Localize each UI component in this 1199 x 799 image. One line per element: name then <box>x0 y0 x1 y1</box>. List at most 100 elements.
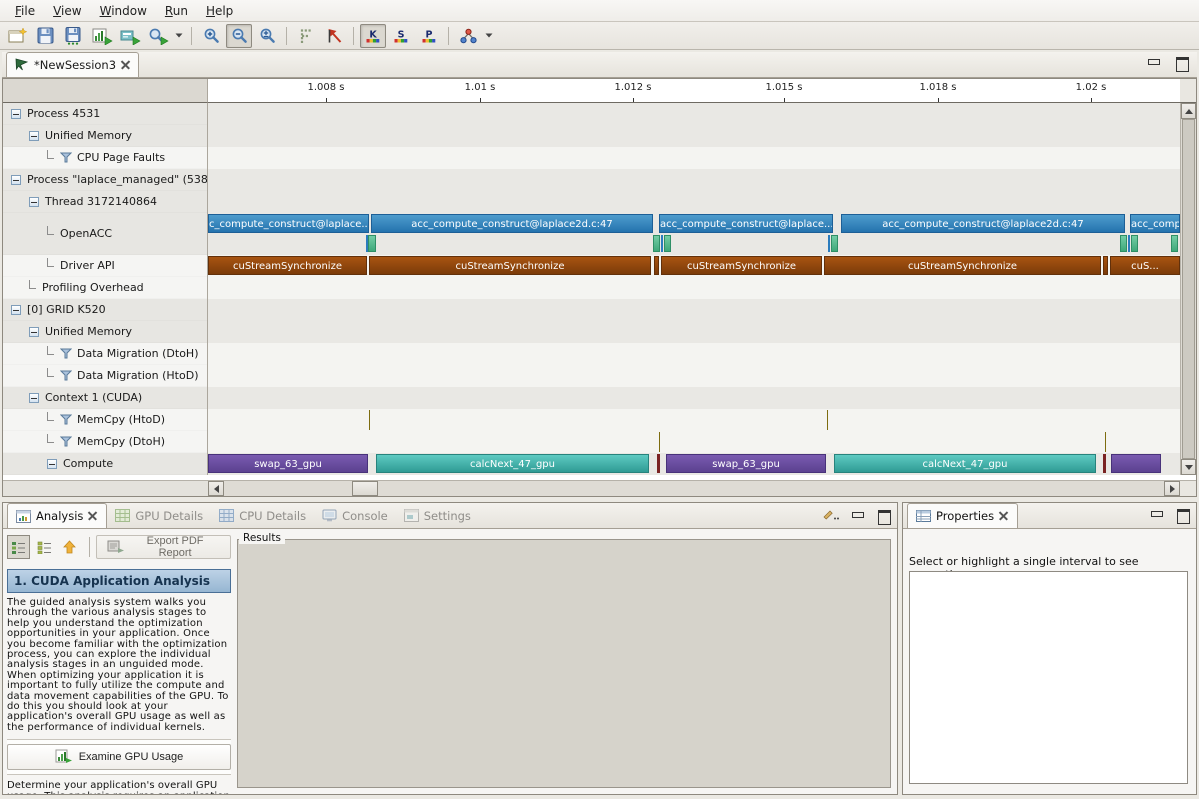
memcpy-dtoh-mark[interactable] <box>659 432 660 452</box>
vscroll-thumb[interactable] <box>1182 119 1195 459</box>
zoom-in-button[interactable] <box>198 24 224 48</box>
hscroll-track[interactable] <box>224 481 1164 496</box>
tree-row-openacc[interactable]: OpenACC <box>3 213 207 255</box>
tree-row-compute[interactable]: Compute <box>3 453 207 475</box>
tab-properties[interactable]: Properties <box>907 503 1018 528</box>
memcpy-htod-mark[interactable] <box>369 410 370 430</box>
topology-button[interactable] <box>455 24 481 48</box>
openacc-interval[interactable]: c_compute_construct@laplace... <box>208 214 369 233</box>
tab-analysis[interactable]: Analysis <box>7 503 107 528</box>
scroll-down-icon[interactable] <box>1181 459 1196 475</box>
tree-row-data-migration-htod[interactable]: Data Migration (HtoD) <box>3 365 207 387</box>
generate-timeline-button[interactable] <box>89 24 115 48</box>
acc-launch-mark[interactable] <box>831 235 838 252</box>
driver-api-interval[interactable]: cuS... <box>1110 256 1180 275</box>
tab-cpu-details[interactable]: CPU Details <box>211 503 314 528</box>
acc-launch-mark[interactable] <box>828 235 830 252</box>
tree-expander-icon[interactable] <box>29 327 39 337</box>
zoom-out-button[interactable] <box>226 24 252 48</box>
menu-run[interactable]: Run <box>156 1 197 21</box>
tree-row-cpu-page-faults[interactable]: CPU Page Faults <box>3 147 207 169</box>
acc-launch-mark[interactable] <box>1128 235 1130 252</box>
kernel-interval-swap[interactable]: swap_63_gpu <box>208 454 368 473</box>
acc-launch-mark[interactable] <box>664 235 671 252</box>
tree-row-0-grid-k520[interactable]: [0] GRID K520 <box>3 299 207 321</box>
topology-dropdown[interactable] <box>483 24 495 48</box>
driver-api-interval[interactable]: cuStreamSynchronize <box>208 256 367 275</box>
kernel-interval-swap[interactable] <box>1111 454 1161 473</box>
tree-row-profiling-overhead[interactable]: Profiling Overhead <box>3 277 207 299</box>
run-analysis-button[interactable] <box>117 24 143 48</box>
process-coloring-toggle[interactable]: P <box>416 24 442 48</box>
export-pdf-report-button[interactable]: Export PDF Report <box>96 535 231 559</box>
scroll-right-icon[interactable] <box>1164 481 1180 496</box>
driver-api-interval[interactable] <box>654 256 659 275</box>
tree-expander-icon[interactable] <box>11 305 21 315</box>
tree-expander-icon[interactable] <box>47 459 57 469</box>
tree-expander-icon[interactable] <box>29 197 39 207</box>
openacc-interval[interactable]: acc_comp... <box>1130 214 1180 233</box>
close-icon[interactable] <box>999 511 1009 521</box>
acc-launch-mark[interactable] <box>368 235 376 252</box>
acc-launch-mark[interactable] <box>1131 235 1138 252</box>
memcpy-htod-mark[interactable] <box>827 410 828 430</box>
tree-row-process-laplace-managed-538[interactable]: Process "laplace_managed" (538) <box>3 169 207 191</box>
close-icon[interactable] <box>88 511 98 521</box>
memcpy-dtoh-mark[interactable] <box>1105 432 1106 452</box>
back-up-button[interactable] <box>58 535 81 559</box>
driver-api-interval[interactable]: cuStreamSynchronize <box>661 256 822 275</box>
view-menu-icon[interactable] <box>822 509 839 523</box>
run-dropdown[interactable] <box>173 24 185 48</box>
openacc-interval[interactable]: acc_compute_construct@laplace2d.c:47 <box>371 214 653 233</box>
tree-expander-icon[interactable] <box>11 175 21 185</box>
maximize-icon[interactable] <box>877 510 891 522</box>
scroll-up-icon[interactable] <box>1181 103 1196 119</box>
maximize-icon[interactable] <box>1176 509 1190 521</box>
zoom-fit-button[interactable] <box>254 24 280 48</box>
kernel-interval-tick[interactable] <box>657 454 660 473</box>
tab-console[interactable]: Console <box>314 503 396 528</box>
tree-row-memcpy-dtoh[interactable]: MemCpy (DtoH) <box>3 431 207 453</box>
examine-gpu-usage-button[interactable]: Examine GPU Usage <box>7 744 231 770</box>
save-button[interactable] <box>33 24 59 48</box>
tree-expander-icon[interactable] <box>29 131 39 141</box>
driver-api-interval[interactable]: cuStreamSynchronize <box>369 256 651 275</box>
tree-row-context-1-cuda[interactable]: Context 1 (CUDA) <box>3 387 207 409</box>
menu-file[interactable]: File <box>6 1 44 21</box>
kernel-coloring-toggle[interactable]: K <box>360 24 386 48</box>
acc-launch-mark[interactable] <box>653 235 660 252</box>
menu-window[interactable]: Window <box>91 1 156 21</box>
guided-analysis-button[interactable] <box>7 535 30 559</box>
openacc-interval[interactable]: acc_compute_construct@laplace... <box>659 214 833 233</box>
tree-expander-icon[interactable] <box>29 393 39 403</box>
driver-api-interval[interactable] <box>1103 256 1108 275</box>
maximize-icon[interactable] <box>1175 57 1189 69</box>
kernel-interval-tick[interactable] <box>1103 454 1106 473</box>
tree-row-process-4531[interactable]: Process 4531 <box>3 103 207 125</box>
goto-marker-button[interactable] <box>321 24 347 48</box>
minimize-icon[interactable] <box>1150 509 1164 521</box>
tree-row-unified-memory[interactable]: Unified Memory <box>3 321 207 343</box>
acc-launch-mark[interactable] <box>661 235 663 252</box>
session-tab[interactable]: *NewSession3 <box>6 52 139 77</box>
tree-expander-icon[interactable] <box>11 109 21 119</box>
close-icon[interactable] <box>121 60 131 70</box>
tab-settings[interactable]: Settings <box>396 503 479 528</box>
vertical-scrollbar[interactable] <box>1180 103 1196 475</box>
tree-row-unified-memory[interactable]: Unified Memory <box>3 125 207 147</box>
kernel-interval-calc[interactable]: calcNext_47_gpu <box>376 454 649 473</box>
marker-button[interactable] <box>293 24 319 48</box>
driver-api-interval[interactable]: cuStreamSynchronize <box>824 256 1101 275</box>
menu-view[interactable]: View <box>44 1 90 21</box>
new-session-button[interactable] <box>5 24 31 48</box>
acc-launch-mark[interactable] <box>1120 235 1127 252</box>
hscroll-thumb[interactable] <box>352 481 378 496</box>
run-search-button[interactable] <box>145 24 171 48</box>
stream-coloring-toggle[interactable]: S <box>388 24 414 48</box>
kernel-interval-swap[interactable]: swap_63_gpu <box>666 454 826 473</box>
openacc-interval[interactable]: acc_compute_construct@laplace2d.c:47 <box>841 214 1125 233</box>
tree-row-memcpy-htod[interactable]: MemCpy (HtoD) <box>3 409 207 431</box>
tree-row-thread-3172140864[interactable]: Thread 3172140864 <box>3 191 207 213</box>
save-all-button[interactable] <box>61 24 87 48</box>
scroll-left-icon[interactable] <box>208 481 224 496</box>
